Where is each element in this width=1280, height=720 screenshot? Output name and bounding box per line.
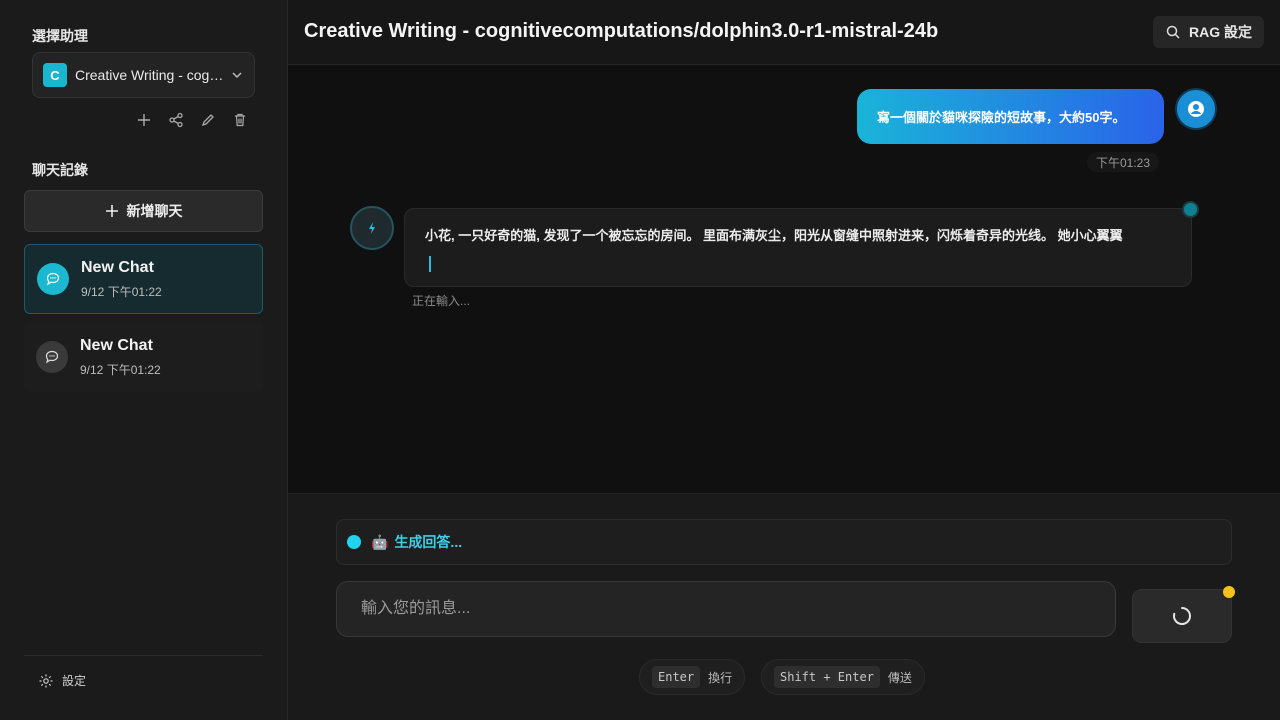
rag-settings-label: RAG 設定 (1189, 24, 1252, 40)
user-message-text: 寫一個關於貓咪探險的短故事，大約50字。 (877, 110, 1126, 125)
chat-title: New Chat (81, 258, 154, 276)
shift-enter-key: Shift + Enter (774, 666, 880, 688)
chat-time: 9/12 下午01:22 (81, 284, 162, 299)
robot-icon: 🤖 (371, 533, 389, 550)
add-assistant-button[interactable] (134, 108, 154, 132)
generation-status: 🤖 生成回答... (371, 532, 462, 552)
assistant-message-bubble: 小花, 一只好奇的猫, 发现了一个被忘忘的房间。 里面布满灰尘，阳光从窗缝中照射… (404, 208, 1192, 287)
search-icon (1166, 25, 1180, 39)
chat-bubble-icon (37, 263, 69, 295)
page-title: Creative Writing - cognitivecomputations… (304, 20, 939, 42)
typing-caret (429, 256, 431, 272)
header: Creative Writing - cognitivecomputations… (288, 0, 1280, 65)
assistant-avatar: C (43, 63, 67, 87)
chat-time: 9/12 下午01:22 (80, 362, 161, 377)
shift-enter-hint: Shift + Enter 傳送 (761, 659, 925, 695)
delete-assistant-button[interactable] (230, 108, 250, 132)
user-message-time: 下午01:23 (1087, 152, 1159, 172)
sidebar: 選擇助理 C Creative Writing - cognitivecompu… (0, 0, 288, 720)
share-icon (169, 112, 183, 128)
loading-spinner-icon (1173, 607, 1191, 625)
assistant-name: Creative Writing - cognitivecomputations… (75, 67, 225, 83)
plus-icon (105, 205, 118, 217)
edit-assistant-button[interactable] (198, 108, 218, 132)
chat-bubble-icon (36, 341, 68, 373)
typing-indicator-dot (1182, 201, 1199, 218)
user-message-bubble: 寫一個關於貓咪探險的短故事，大約50字。 (857, 89, 1164, 144)
notification-dot (1223, 586, 1235, 598)
assistant-toolbar (134, 108, 250, 132)
pencil-icon (201, 114, 214, 127)
gear-icon (39, 674, 53, 687)
message-input[interactable] (336, 581, 1116, 637)
assistant-message-text: 小花, 一只好奇的猫, 发现了一个被忘忘的房间。 里面布满灰尘，阳光从窗缝中照射… (425, 228, 1123, 243)
settings-link[interactable]: 設定 (38, 672, 86, 689)
enter-hint: Enter 換行 (639, 659, 746, 695)
assistant-avatar (350, 206, 394, 250)
enter-key: Enter (652, 666, 701, 688)
new-chat-button[interactable]: 新增聊天 (24, 190, 263, 232)
generation-status-text: 生成回答... (394, 534, 463, 550)
trash-icon (235, 113, 245, 127)
user-icon (1188, 101, 1204, 117)
status-dot (347, 535, 361, 549)
assistant-select[interactable]: C Creative Writing - cognitivecomputatio… (32, 52, 255, 98)
assistant-section-title: 選擇助理 (32, 28, 88, 44)
shift-enter-hint-label: 傳送 (887, 670, 912, 685)
message-list: 寫一個關於貓咪探險的短故事，大約50字。 下午01:23 小花, 一只好奇的猫,… (288, 65, 1280, 493)
user-avatar (1175, 88, 1217, 130)
plus-icon (138, 114, 150, 126)
composer: 🤖 生成回答... Enter 換行 Shift + Enter 傳送 (288, 493, 1280, 720)
chat-item-active[interactable]: New Chat 9/12 下午01:22 (24, 244, 263, 314)
share-assistant-button[interactable] (166, 108, 186, 132)
new-chat-label: 新增聊天 (126, 203, 183, 219)
enter-hint-label: 換行 (708, 670, 733, 685)
lightning-icon (369, 222, 375, 234)
rag-settings-button[interactable]: RAG 設定 (1153, 16, 1264, 48)
history-section-title: 聊天記錄 (32, 162, 88, 178)
typing-status: 正在輸入... (412, 294, 471, 308)
chat-item[interactable]: New Chat 9/12 下午01:22 (24, 322, 263, 392)
settings-label: 設定 (62, 674, 87, 688)
send-button[interactable] (1132, 589, 1232, 643)
sidebar-divider (24, 655, 263, 656)
chat-title: New Chat (80, 336, 153, 354)
chevron-down-icon (230, 68, 244, 82)
generation-status-bar: 🤖 生成回答... (336, 519, 1232, 565)
